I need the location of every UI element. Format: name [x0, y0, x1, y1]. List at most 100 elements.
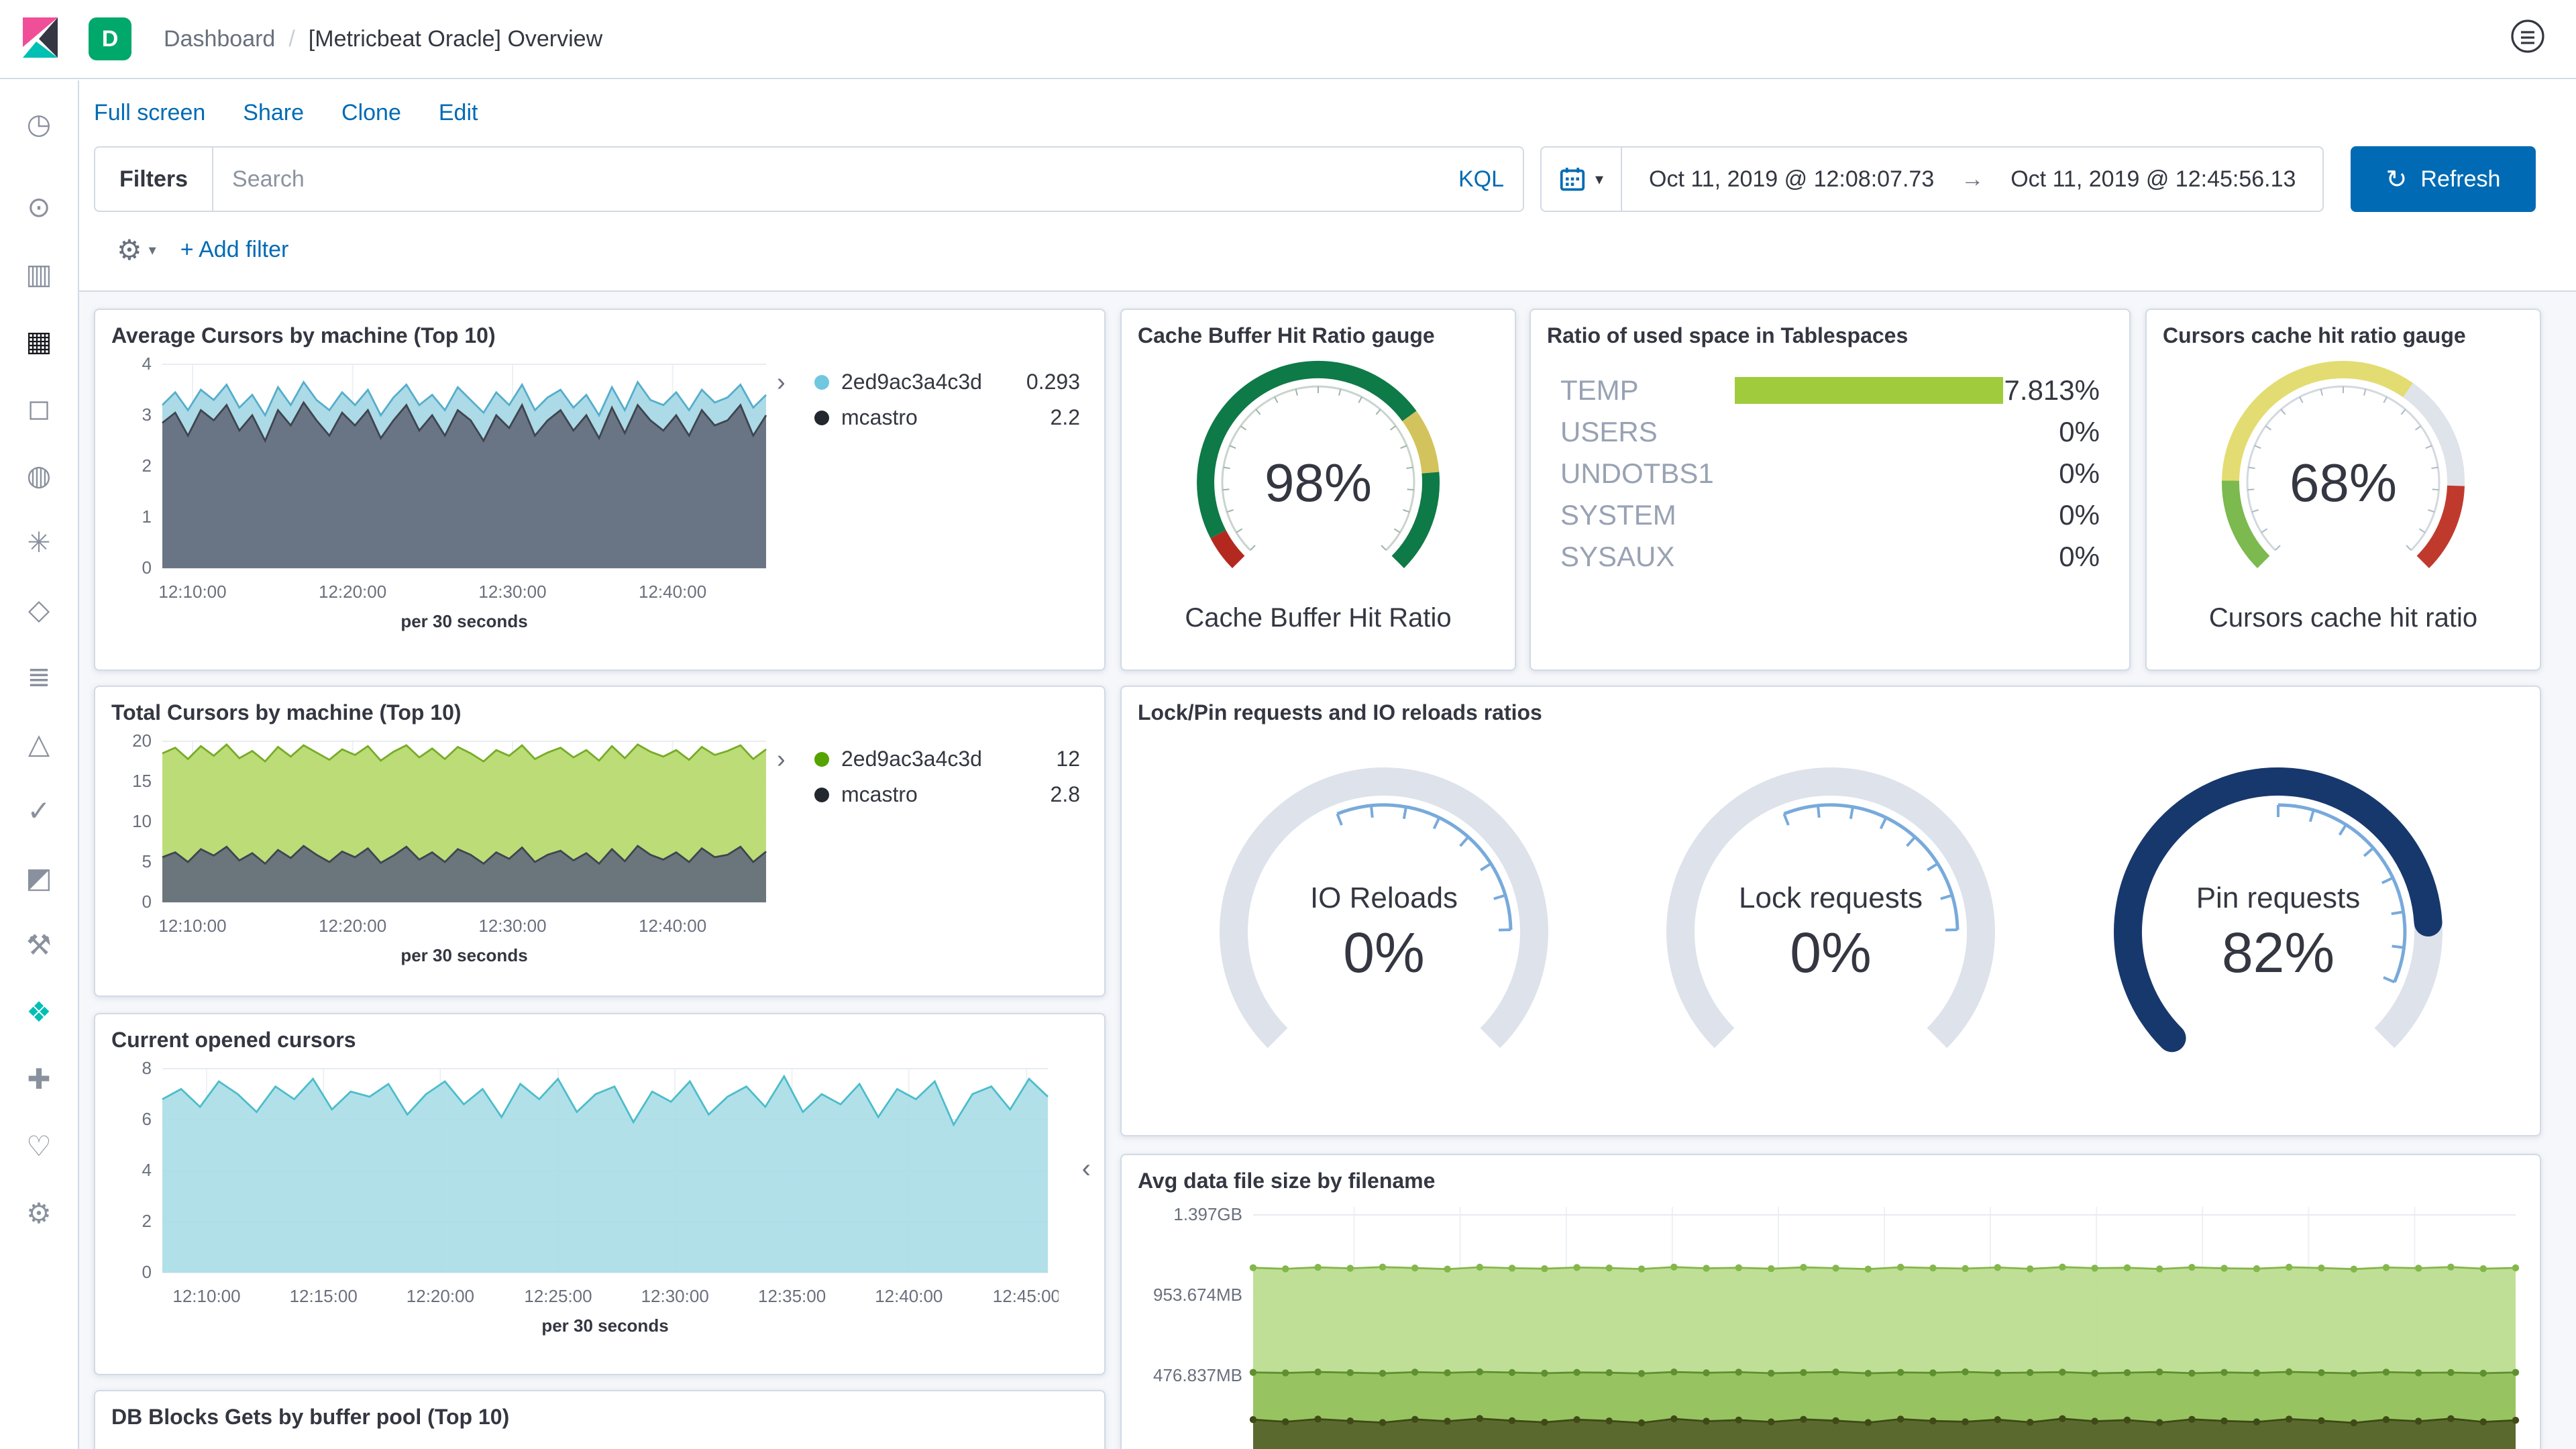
chart-area: 0 2 4 6 8 12:10:00 12:15:00 12:20:00 12:25:00 12:… — [111, 1058, 1088, 1348]
svg-text:12:30:00: 12:30:00 — [478, 582, 546, 602]
sidebar-item-stack-monitoring[interactable]: ♡ — [17, 1124, 60, 1167]
chart-legend: › 2ed9ac3a4c3d 0.293 mcastro 2.2 — [777, 354, 1088, 643]
sidebar-item-dev-tools[interactable]: ⚒ — [17, 923, 60, 966]
panel-opened-cursors: Current opened cursors 0 2 4 6 8 12:10:00 12:1… — [94, 1013, 1106, 1375]
filter-row: ⚙ ▾ + Add filter — [117, 233, 2536, 266]
filter-options-button[interactable]: ⚙ ▾ — [117, 233, 156, 266]
kibana-logo-icon[interactable] — [21, 15, 67, 63]
legend-collapse-icon[interactable]: ‹ — [1082, 1154, 1091, 1184]
chart-legend: › 2ed9ac3a4c3d 12 mcastro 2.8 — [777, 731, 1088, 977]
legend-series-name: 2ed9ac3a4c3d — [841, 747, 982, 771]
dashboard-icon: ▦ — [25, 325, 52, 357]
svg-text:1.397GB: 1.397GB — [1173, 1204, 1242, 1224]
svg-text:12:20:00: 12:20:00 — [407, 1286, 474, 1306]
sidebar-item-infrastructure[interactable]: ◇ — [17, 588, 60, 631]
tablespace-row: SYSAUX 0% — [1547, 536, 2113, 578]
svg-text:1: 1 — [142, 506, 152, 527]
legend-swatch-icon — [814, 751, 829, 767]
controls-icon-glyph — [2511, 19, 2544, 53]
legend-toggle-icon[interactable]: › — [777, 741, 806, 977]
legend-series-value: 2.2 — [1050, 405, 1080, 429]
space-avatar[interactable]: D — [89, 17, 131, 60]
chart-area: 0B 476.837MB 953.674MB 1.397GB — [1138, 1199, 2524, 1449]
date-picker[interactable]: ▾ Oct 11, 2019 @ 12:08:07.73 → Oct 11, 2… — [1540, 146, 2324, 212]
cursors-cache-hit-gauge[interactable]: 68% — [2162, 351, 2524, 592]
refresh-button[interactable]: ↻ Refresh — [2351, 146, 2536, 212]
date-range-end[interactable]: Oct 11, 2019 @ 12:45:56.13 — [1984, 166, 2322, 193]
tablespace-name: TEMP — [1560, 374, 1639, 406]
apm-icon: △ — [28, 727, 50, 759]
date-range-start[interactable]: Oct 11, 2019 @ 12:08:07.73 — [1622, 166, 1961, 193]
cache-buffer-hit-gauge[interactable]: 98% — [1137, 351, 1499, 592]
legend-item[interactable]: 2ed9ac3a4c3d 0.293 — [806, 364, 1088, 400]
svg-text:12:30:00: 12:30:00 — [641, 1286, 709, 1306]
svg-text:0: 0 — [142, 1262, 152, 1282]
avg-data-file-size-svg: 0B 476.837MB 953.674MB 1.397GB — [1153, 1204, 2520, 1449]
breadcrumb-divider: / — [288, 25, 295, 52]
gauge-label: Cache Buffer Hit Ratio — [1185, 603, 1452, 633]
svg-text:12:35:00: 12:35:00 — [758, 1286, 826, 1306]
header-actions — [2509, 17, 2546, 60]
sidebar-item-apm[interactable]: △ — [17, 722, 60, 765]
menu-link-edit[interactable]: Edit — [439, 100, 478, 126]
chart-area: 0 1 2 3 4 12:10:00 12:20:00 12:30:00 12:40:00 per… — [111, 354, 1088, 643]
sidebar-item-machine-learning[interactable]: ✳ — [17, 521, 60, 564]
pin-requests-svg: Pin requests 82% — [2113, 767, 2443, 1053]
avg-file-size-chart[interactable]: 0B 476.837MB 953.674MB 1.397GB — [1138, 1199, 2526, 1449]
controls-icon[interactable] — [2509, 17, 2546, 60]
average-cursors-svg: 0 1 2 3 4 12:10:00 12:20:00 12:30:00 12:40:00 per… — [142, 354, 767, 631]
siem-icon: ◩ — [25, 861, 52, 894]
average-cursors-chart[interactable]: 0 1 2 3 4 12:10:00 12:20:00 12:30:00 12:40:00 per… — [111, 354, 777, 643]
management-icon: ⚙ — [26, 1197, 52, 1229]
sidebar-item-enterprise-search[interactable]: ❖ — [17, 990, 60, 1033]
add-filter-link[interactable]: + Add filter — [180, 237, 289, 263]
menu-link-share[interactable]: Share — [243, 100, 304, 126]
menu-link-full-screen[interactable]: Full screen — [94, 100, 205, 126]
sidebar-item-uptime[interactable]: ✓ — [17, 789, 60, 832]
svg-text:0: 0 — [142, 557, 152, 578]
lock-requests-gauge[interactable]: Lock requests 0% — [1629, 760, 2032, 1082]
sidebar-item-graph[interactable]: ✚ — [17, 1057, 60, 1100]
opened-cursors-chart[interactable]: 0 2 4 6 8 12:10:00 12:15:00 12:20:00 12:25:00 12:… — [111, 1058, 1061, 1348]
sidebar-item-dashboard[interactable]: ▦ — [17, 319, 60, 362]
filters-button[interactable]: Filters — [94, 146, 213, 212]
svg-text:12:30:00: 12:30:00 — [478, 916, 546, 936]
legend-item[interactable]: mcastro 2.2 — [806, 400, 1088, 435]
search-app-icon: ❖ — [26, 996, 52, 1028]
total-cursors-chart[interactable]: 0 5 10 15 20 12:10:00 12:20:00 12:30:00 12:40:00… — [111, 731, 777, 977]
io-reloads-gauge[interactable]: IO Reloads 0% — [1183, 760, 1585, 1082]
sidebar-item-siem[interactable]: ◩ — [17, 856, 60, 899]
svg-text:12:10:00: 12:10:00 — [158, 582, 226, 602]
svg-text:6: 6 — [142, 1109, 152, 1129]
calendar-button[interactable]: ▾ — [1542, 148, 1623, 211]
sidebar-item-canvas[interactable]: ◻ — [17, 386, 60, 429]
sidebar-item-recently-viewed[interactable]: ◷ — [17, 102, 60, 145]
gear-icon: ⚙ — [117, 234, 142, 266]
legend-items: 2ed9ac3a4c3d 0.293 mcastro 2.2 — [806, 364, 1088, 643]
chart-area: 0 5 10 15 20 12:10:00 12:20:00 12:30:00 12:40:00… — [111, 731, 1088, 977]
legend-item[interactable]: 2ed9ac3a4c3d 12 — [806, 741, 1088, 777]
monitoring-icon: ♡ — [26, 1130, 52, 1162]
discover-icon: ⊙ — [27, 191, 51, 223]
tablespace-row: TEMP 7.813% — [1547, 370, 2113, 411]
sidebar-item-management[interactable]: ⚙ — [17, 1191, 60, 1234]
kql-toggle[interactable]: KQL — [1458, 166, 1504, 193]
svg-text:3: 3 — [142, 405, 152, 425]
pin-requests-gauge[interactable]: Pin requests 82% — [2077, 760, 2479, 1082]
sidebar-item-visualize[interactable]: ▥ — [17, 252, 60, 295]
legend-swatch-icon — [814, 410, 829, 425]
menu-link-clone[interactable]: Clone — [341, 100, 401, 126]
sidebar-item-maps[interactable]: ◍ — [17, 453, 60, 496]
sidebar-item-discover[interactable]: ⊙ — [17, 185, 60, 228]
app-sidebar: ◷ ⊙ ▥ ▦ ◻ ◍ ✳ ◇ ≣ △ ✓ ◩ ⚒ ❖ ✚ ♡ ⚙ — [0, 80, 79, 1449]
date-range-arrow-icon: → — [1961, 166, 1984, 192]
breadcrumb-dashboard[interactable]: Dashboard — [164, 26, 275, 52]
tablespace-value: 7.813% — [2004, 374, 2100, 406]
legend-item[interactable]: mcastro 2.8 — [806, 777, 1088, 812]
panel-avg-file-size: Avg data file size by filename 0B 476.837… — [1120, 1154, 2541, 1449]
legend-toggle-icon[interactable]: › — [777, 364, 806, 643]
tablespace-value: 0% — [2059, 458, 2100, 489]
total-cursors-svg: 0 5 10 15 20 12:10:00 12:20:00 12:30:00 12:40:00… — [132, 731, 767, 965]
sidebar-item-logs[interactable]: ≣ — [17, 655, 60, 698]
search-input[interactable] — [232, 166, 1445, 193]
